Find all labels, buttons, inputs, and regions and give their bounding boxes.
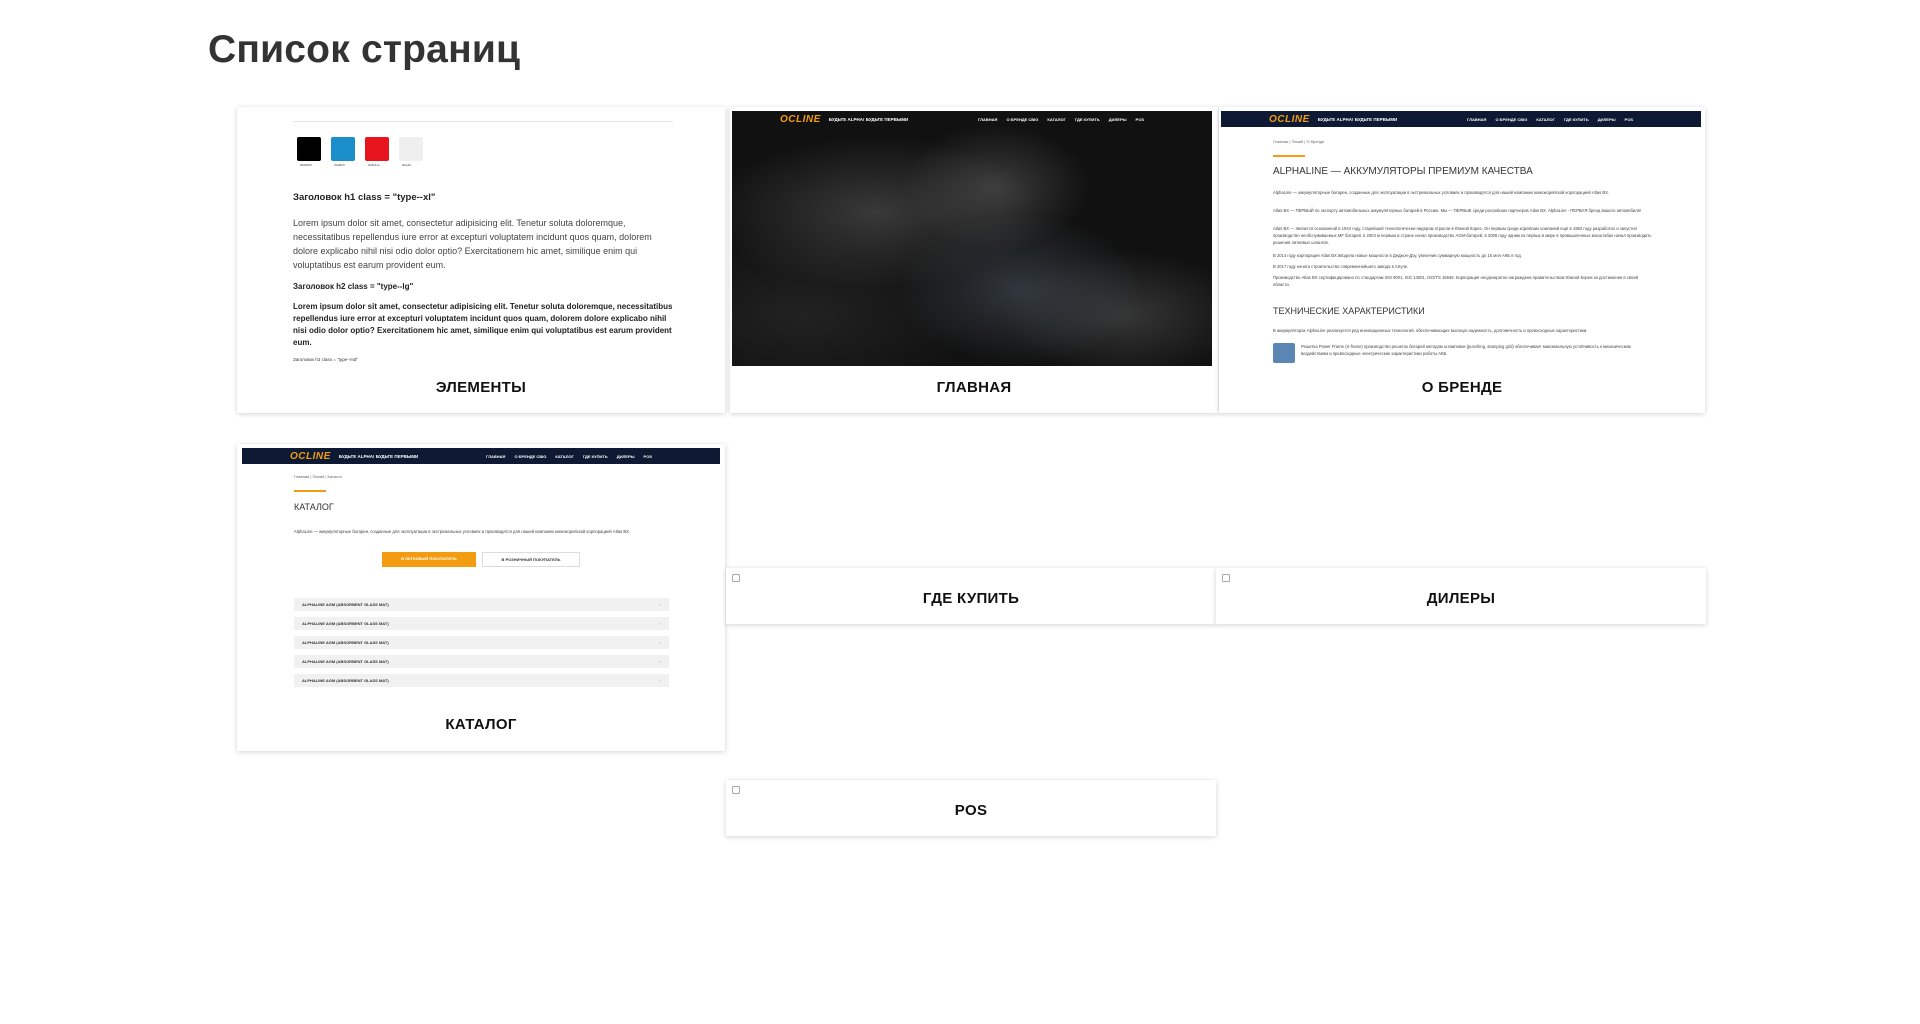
- about-paragraph: В 2017 году начата строительство совреме…: [1273, 264, 1409, 269]
- card-where-to-buy[interactable]: ГДЕ КУПИТЬ: [726, 568, 1216, 624]
- card-label-where-to-buy: ГДЕ КУПИТЬ: [922, 590, 1020, 607]
- thumb-main: OCLINE БУДЬТЕ ALPHA! БУДЬТЕ ПЕРВЫМИ ГЛАВ…: [732, 111, 1212, 366]
- accent-line: [294, 490, 326, 492]
- page-title: Список страниц: [208, 28, 521, 71]
- site-menu: ГЛАВНАЯ О БРЕНДЕ CBIG КАТАЛОГ ГДЕ КУПИТЬ…: [978, 117, 1144, 122]
- thumb-catalog: OCLINE БУДЬТЕ ALPHA! БУДЬТЕ ПЕРВЫМИ ГЛАВ…: [242, 448, 720, 700]
- about-paragraph: Atlas BX — является основанной в 1944 го…: [1273, 226, 1652, 245]
- site-logo: OCLINE: [1269, 113, 1310, 125]
- site-slogan: БУДЬТЕ ALPHA! БУДЬТЕ ПЕРВЫМИ: [828, 116, 909, 122]
- thumb-elements: #000000 #1a8fc9 #e8141e #efefef Заголово…: [237, 107, 725, 369]
- menu-item: ГДЕ КУПИТЬ: [1074, 116, 1100, 122]
- swatch-blue: [331, 137, 355, 161]
- sample-h1: Заголовок h1 class = "type--xl": [293, 192, 436, 203]
- accordion-row: ALPHALINE AGM (ABSORBENT GLASS MAT): [294, 636, 669, 649]
- card-label-catalog: КАТАЛОГ: [445, 716, 517, 733]
- site-slogan: БУДЬТЕ ALPHA! БУДЬТЕ ПЕРВЫМИ: [1317, 116, 1398, 122]
- card-pos[interactable]: POS: [726, 780, 1216, 836]
- menu-item: О БРЕНДЕ CBIG: [1006, 116, 1039, 122]
- card-label-about: О БРЕНДЕ: [1421, 379, 1503, 396]
- accordion-row: ALPHALINE AGM (ABSORBENT GLASS MAT): [294, 655, 669, 668]
- sample-bold-paragraph: Lorem ipsum dolor sit amet, consectetur …: [293, 302, 673, 347]
- menu-item: POS: [643, 453, 652, 459]
- menu-item: ГЛАВНАЯ: [978, 116, 998, 122]
- card-label-pos: POS: [954, 802, 988, 819]
- menu-item: POS: [1135, 116, 1144, 122]
- site-slogan: БУДЬТЕ ALPHA! БУДЬТЕ ПЕРВЫМИ: [338, 453, 419, 459]
- sample-paragraph: Lorem ipsum dolor sit amet, consectetur …: [293, 218, 652, 270]
- swatch-black: [297, 137, 321, 161]
- swatch-light: [399, 137, 423, 161]
- divider: [293, 121, 673, 122]
- card-main[interactable]: OCLINE БУДЬТЕ ALPHA! БУДЬТЕ ПЕРВЫМИ ГЛАВ…: [730, 107, 1218, 413]
- menu-item: ГДЕ КУПИТЬ: [1563, 116, 1589, 122]
- menu-item: О БРЕНДЕ CBIG: [514, 453, 547, 459]
- site-menu: ГЛАВНАЯ О БРЕНДЕ CBIG КАТАЛОГ ГДЕ КУПИТЬ…: [1467, 117, 1633, 122]
- swatch-label: #e8141e: [368, 163, 380, 167]
- menu-item: КАТАЛОГ: [555, 453, 574, 459]
- card-dealers[interactable]: ДИЛЕРЫ: [1216, 568, 1706, 624]
- about-paragraph: AlphaLine — аккумуляторные батареи, созд…: [1273, 190, 1610, 195]
- card-label-main: ГЛАВНАЯ: [936, 379, 1012, 396]
- breadcrumb: Главная | Папаб | Каталог: [294, 474, 343, 479]
- menu-item: О БРЕНДЕ CBIG: [1495, 116, 1528, 122]
- site-navbar: OCLINE БУДЬТЕ ALPHA! БУДЬТЕ ПЕРВЫМИ ГЛАВ…: [1221, 111, 1701, 127]
- thumb-about: OCLINE БУДЬТЕ ALPHA! БУДЬТЕ ПЕРВЫМИ ГЛАВ…: [1221, 111, 1701, 366]
- about-paragraph: В 2014 году корпорация Atlas BX вводила …: [1273, 253, 1522, 258]
- site-navbar: OCLINE БУДЬТЕ ALPHA! БУДЬТЕ ПЕРВЫМИ ГЛАВ…: [732, 111, 1212, 127]
- tech-item-text: Решетка Power Frame (X-frame) производст…: [1301, 344, 1631, 356]
- card-catalog[interactable]: OCLINE БУДЬТЕ ALPHA! БУДЬТЕ ПЕРВЫМИ ГЛАВ…: [237, 444, 725, 751]
- broken-image-icon: [732, 574, 740, 582]
- card-about[interactable]: OCLINE БУДЬТЕ ALPHA! БУДЬТЕ ПЕРВЫМИ ГЛАВ…: [1219, 107, 1705, 413]
- menu-item: ДИЛЕРЫ: [616, 453, 635, 459]
- card-label-dealers: ДИЛЕРЫ: [1426, 590, 1496, 607]
- about-heading: ALPHALINE — АККУМУЛЯТОРЫ ПРЕМИУМ КАЧЕСТВ…: [1273, 166, 1533, 177]
- menu-item: КАТАЛОГ: [1536, 116, 1555, 122]
- swatch-label: #000000: [300, 163, 312, 167]
- tech-intro: В аккумуляторах AlphaLine реализуется ря…: [1273, 328, 1588, 333]
- card-elements[interactable]: #000000 #1a8fc9 #e8141e #efefef Заголово…: [237, 107, 725, 413]
- menu-item: ДИЛЕРЫ: [1108, 116, 1127, 122]
- broken-image-icon: [732, 786, 740, 794]
- engine-photo: [732, 111, 1212, 366]
- accordion-row: ALPHALINE AGM (ABSORBENT GLASS MAT): [294, 674, 669, 687]
- menu-item: ДИЛЕРЫ: [1597, 116, 1616, 122]
- about-paragraph: Atlas BX — ПЕРВЫЙ по экспорту автомобиль…: [1273, 208, 1642, 213]
- menu-item: КАТАЛОГ: [1047, 116, 1066, 122]
- menu-item: POS: [1624, 116, 1633, 122]
- swatch-label: #efefef: [402, 163, 412, 167]
- swatch-red: [365, 137, 389, 161]
- site-logo: OCLINE: [780, 113, 821, 125]
- site-menu: ГЛАВНАЯ О БРЕНДЕ CBIG КАТАЛОГ ГДЕ КУПИТЬ…: [486, 454, 652, 459]
- accordion-row: ALPHALINE AGM (ABSORBENT GLASS MAT): [294, 598, 669, 611]
- card-label-elements: ЭЛЕМЕНТЫ: [435, 379, 527, 396]
- swatch-label: #1a8fc9: [334, 163, 345, 167]
- menu-item: ГЛАВНАЯ: [486, 453, 506, 459]
- site-navbar: OCLINE БУДЬТЕ ALPHA! БУДЬТЕ ПЕРВЫМИ ГЛАВ…: [242, 448, 720, 464]
- accent-line: [1273, 155, 1305, 157]
- site-logo: OCLINE: [290, 450, 331, 462]
- button-retail: В РОЗНИЧНЫЙ ПОКУПАТЕЛЬ: [482, 552, 580, 567]
- tech-item-image: [1273, 343, 1295, 363]
- catalog-intro: AlphaLine — аккумуляторные батареи, созд…: [294, 529, 631, 534]
- sample-h3: Заголовок h3 class = "type--md": [293, 357, 358, 362]
- breadcrumb: Главная | Папаб | О бренде: [1273, 139, 1325, 144]
- catalog-heading: КАТАЛОГ: [294, 502, 334, 512]
- broken-image-icon: [1222, 574, 1230, 582]
- button-wholesale: В ЛЕГКОВЫЙ ПОКУПАТЕЛЬ: [382, 552, 476, 567]
- tech-heading: ТЕХНИЧЕСКИЕ ХАРАКТЕРИСТИКИ: [1273, 306, 1425, 316]
- menu-item: ГДЕ КУПИТЬ: [582, 453, 608, 459]
- sample-h2: Заголовок h2 class = "type--lg": [293, 282, 414, 291]
- menu-item: ГЛАВНАЯ: [1467, 116, 1487, 122]
- color-swatches: [297, 137, 423, 161]
- accordion-row: ALPHALINE AGM (ABSORBENT GLASS MAT): [294, 617, 669, 630]
- about-paragraph: Производство Atlas BX сертифицировано по…: [1273, 275, 1638, 287]
